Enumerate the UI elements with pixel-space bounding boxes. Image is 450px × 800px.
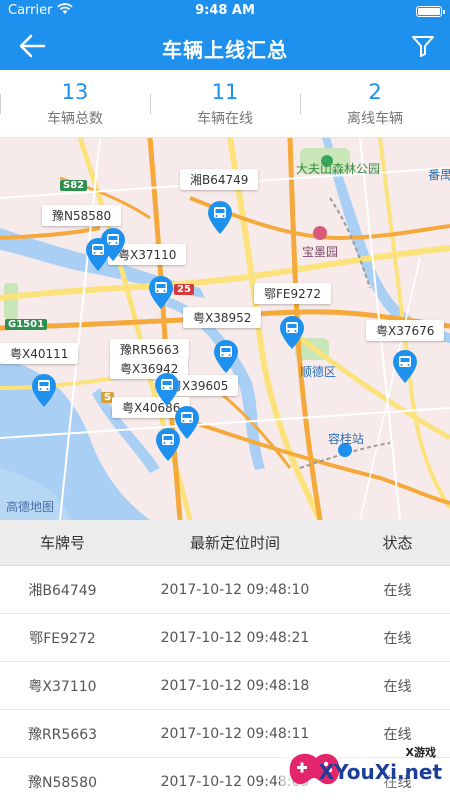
row-time: 2017-10-12 09:48:10 (160, 582, 310, 598)
bus-pin-icon[interactable] (31, 374, 57, 408)
row-plate: 豫N58580 (27, 775, 97, 791)
watermark-logo: X游戏 XYouXi.net (270, 740, 450, 800)
page-title: 车辆上线汇总 (162, 38, 288, 62)
table-row[interactable]: 粤X37110 2017-10-12 09:48:18 在线 (0, 663, 450, 710)
stat-offline: 2 离线车辆 (300, 70, 450, 138)
place-label: 大夫山森林公园 (296, 162, 381, 176)
row-plate: 粤X37110 (28, 679, 97, 695)
bus-pin-icon[interactable] (213, 340, 239, 374)
row-time: 2017-10-12 09:48:21 (160, 630, 310, 646)
stat-offline-value: 2 (368, 80, 382, 104)
status-bar: Carrier 9:48 AM (0, 0, 450, 22)
column-header-time: 最新定位时间 (189, 534, 280, 552)
vehicle-map[interactable]: 大夫山森林公园 宝墨园 顺德区 容桂站 番禺 S82 G1501 25 S 湘B… (0, 138, 450, 520)
place-label: 番禺 (428, 168, 450, 182)
table-row[interactable]: 鄂FE9272 2017-10-12 09:48:21 在线 (0, 615, 450, 662)
column-header-plate: 车牌号 (39, 534, 85, 552)
vehicle-plate-label[interactable]: 鄂FE9272 (254, 283, 332, 304)
stat-online-label: 车辆在线 (197, 111, 253, 127)
vehicle-plate-label[interactable]: 粤X37676 (366, 320, 445, 341)
row-status: 在线 (383, 679, 412, 695)
stat-total: 13 车辆总数 (0, 70, 150, 138)
stat-offline-label: 离线车辆 (347, 111, 403, 127)
row-plate: 鄂FE9272 (29, 631, 96, 647)
road-badge: S82 (60, 180, 88, 191)
row-status: 在线 (383, 583, 412, 599)
status-time: 9:48 AM (195, 3, 255, 18)
watermark-main-text: XYouXi.net (318, 760, 442, 784)
table-row[interactable]: 湘B64749 2017-10-12 09:48:10 在线 (0, 567, 450, 614)
row-plate: 湘B64749 (28, 583, 97, 599)
bus-pin-icon[interactable] (85, 238, 111, 272)
bus-pin-icon[interactable] (392, 350, 418, 384)
place-label: 顺德区 (300, 365, 337, 379)
stat-online-value: 11 (211, 80, 239, 104)
stat-total-label: 车辆总数 (47, 111, 103, 127)
nav-bar: 车辆上线汇总 (0, 22, 450, 70)
row-time: 2017-10-12 09:48:18 (160, 678, 310, 694)
bus-pin-icon[interactable] (279, 316, 305, 350)
table-header: 车牌号 最新定位时间 状态 (0, 520, 450, 566)
place-label: 宝墨园 (302, 245, 339, 259)
map-logo: 高德地图 (6, 500, 55, 514)
battery-icon (416, 6, 445, 17)
watermark-top-text: X游戏 (405, 746, 436, 759)
bus-pin-icon[interactable] (155, 428, 181, 462)
place-label: 容桂站 (328, 432, 365, 446)
vehicle-plate-label[interactable]: 粤X40111 (0, 343, 79, 364)
bus-pin-icon[interactable] (207, 201, 233, 235)
road-badge: 25 (174, 284, 194, 295)
stat-online: 11 车辆在线 (150, 70, 300, 138)
filter-button[interactable] (410, 34, 436, 58)
vehicle-plate-label[interactable]: 粤X38952 (183, 307, 262, 328)
vehicle-plate-label[interactable]: 豫RR5663 (110, 339, 190, 360)
vehicle-plate-label[interactable]: 湘B64749 (180, 169, 259, 190)
stat-total-value: 13 (61, 80, 89, 104)
row-plate: 豫RR5663 (27, 727, 98, 743)
divider (0, 94, 1, 114)
row-status: 在线 (383, 631, 412, 647)
bus-pin-icon[interactable] (154, 373, 180, 407)
bus-pin-icon[interactable] (148, 276, 174, 310)
filter-icon (412, 36, 434, 57)
road-badge: G1501 (5, 319, 48, 330)
column-header-status: 状态 (382, 534, 413, 552)
vehicle-stats: 13 车辆总数 11 车辆在线 2 离线车辆 (0, 70, 450, 138)
vehicle-plate-label[interactable]: 豫N58580 (42, 205, 122, 226)
